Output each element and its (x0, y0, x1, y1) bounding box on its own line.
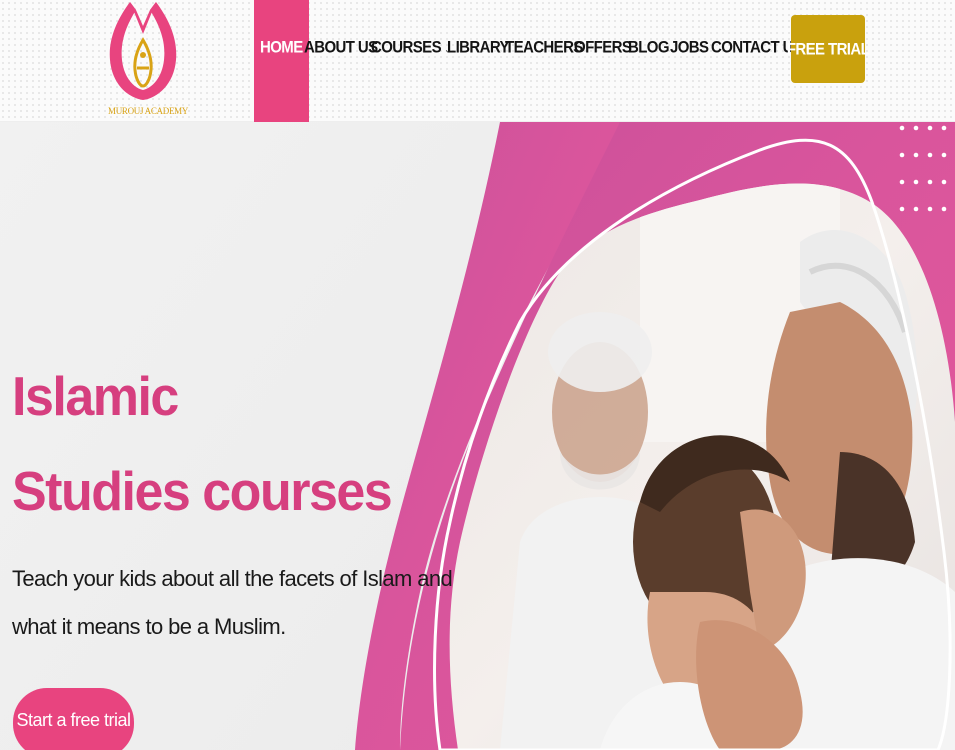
logo[interactable]: MUROUJ ACADEMY (104, 0, 189, 122)
nav-item-blog[interactable]: BLOG (628, 0, 670, 127)
hero-section: Islamic Studies courses Teach your kids … (0, 122, 955, 750)
logo-mark-icon (109, 2, 177, 100)
nav-item-library[interactable]: LIBRARY (447, 0, 510, 127)
site-header: MUROUJ ACADEMY HOME ABOUT US COURSES ⌄ LI… (0, 0, 955, 128)
free-trial-button[interactable]: FREE TRIAL (787, 15, 870, 83)
nav-item-home[interactable]: HOME (254, 0, 309, 128)
nav-item-jobs[interactable]: JOBS (670, 0, 709, 127)
nav-item-contact-us[interactable]: CONTACT US (711, 0, 803, 127)
nav-item-courses-label: COURSES (371, 37, 442, 57)
dot-grid-decoration-icon (899, 125, 947, 212)
free-trial-label: FREE TRIAL (786, 39, 870, 59)
hero-title-line2: Studies courses (12, 461, 393, 523)
hero-title-line1: Islamic (12, 366, 179, 428)
nav-item-courses[interactable]: COURSES ⌄ (371, 0, 452, 127)
nav-item-teachers[interactable]: TEACHERS (505, 0, 583, 127)
nav-item-about-us[interactable]: ABOUT US (304, 0, 378, 127)
nav-item-offers[interactable]: OFFERS (574, 0, 632, 127)
start-free-trial-button[interactable]: Start a free trial (13, 688, 134, 750)
logo-text: MUROUJ ACADEMY (108, 106, 189, 116)
hero-subtitle-line1: Teach your kids about all the facets of … (12, 566, 453, 591)
hero-subtitle-line2: what it means to be a Muslim. (12, 614, 286, 639)
hero-decoration (355, 122, 955, 750)
